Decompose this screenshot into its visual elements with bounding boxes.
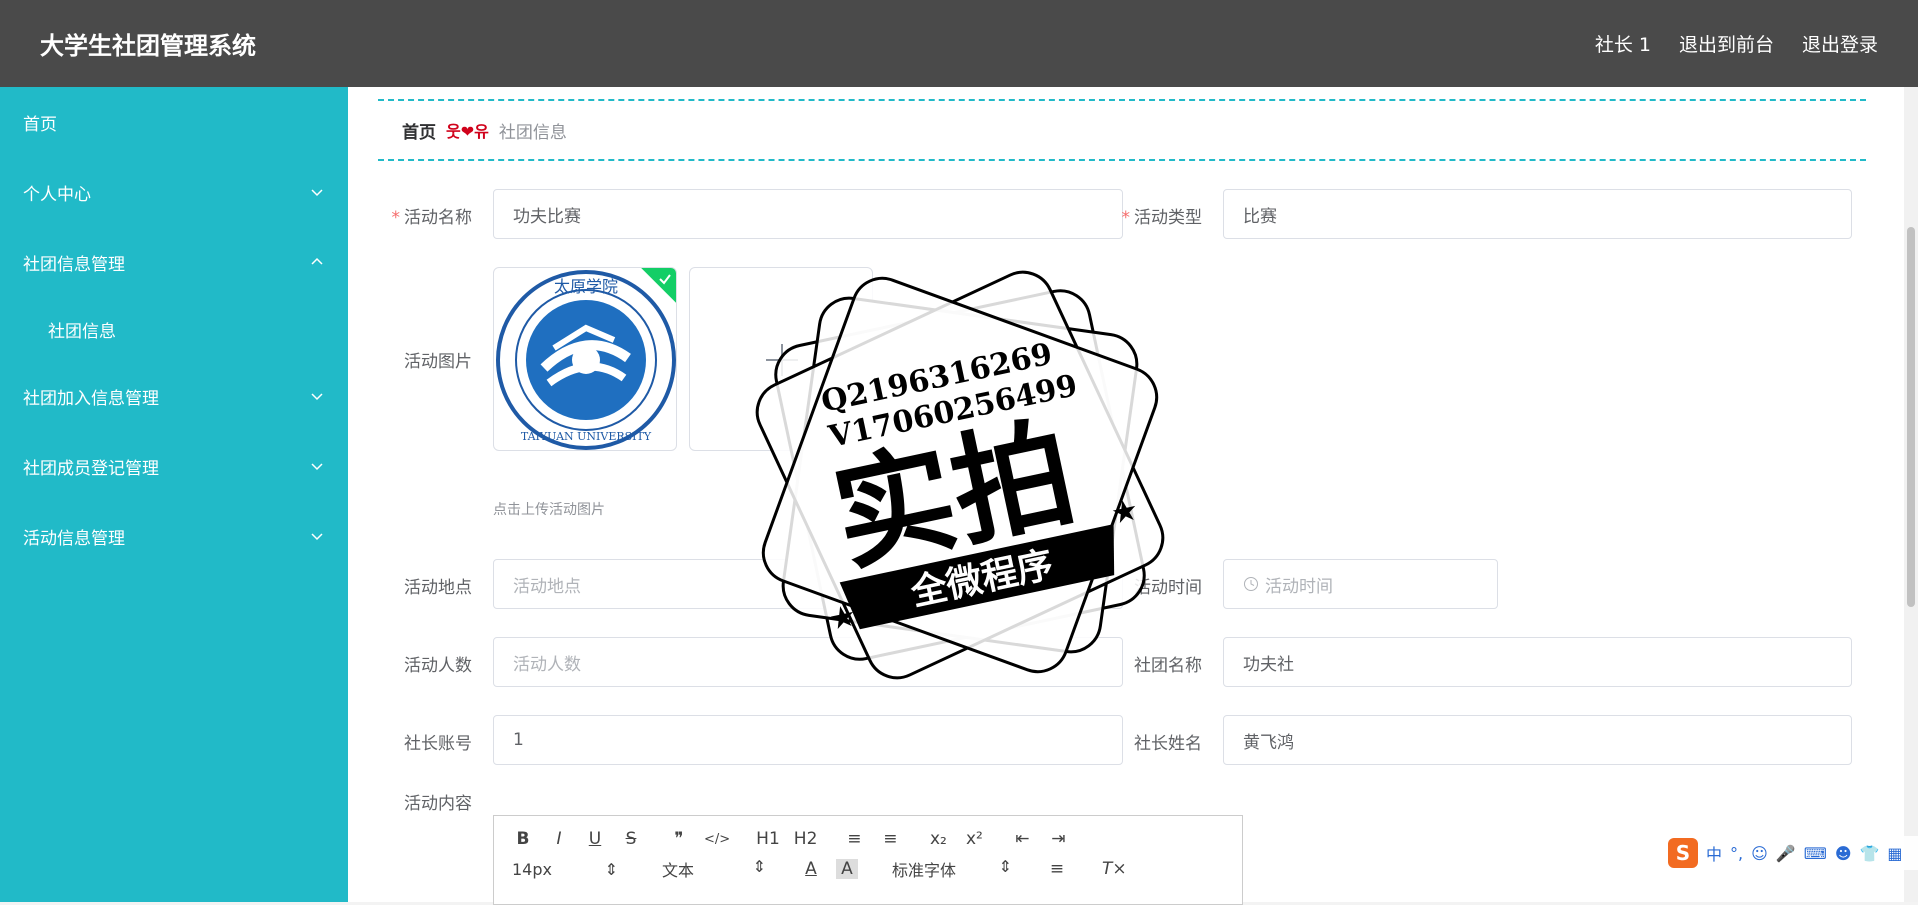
exit-to-front-link[interactable]: 退出到前台 xyxy=(1679,30,1774,57)
activity-image-label: 活动图片 xyxy=(404,352,472,372)
leader-name-input[interactable]: 黄飞鸿 xyxy=(1223,715,1852,765)
activity-place-input[interactable]: 活动地点 xyxy=(493,559,1123,609)
logout-link[interactable]: 退出登录 xyxy=(1802,30,1878,57)
indent-button[interactable]: ⇥ xyxy=(1047,829,1069,849)
bold-button[interactable]: B xyxy=(512,829,534,849)
sidebar-item-label: 社团加入信息管理 xyxy=(23,388,159,409)
sidebar-item-member-registration[interactable]: 社团成员登记管理 xyxy=(0,431,348,501)
blockquote-button[interactable]: ❞ xyxy=(668,829,690,849)
main-content: 首页 웃❤유 社团信息 * 活动名称 功夫比赛 * 活动类型 比赛 活动图片 太原学… xyxy=(348,87,1904,905)
keyboard-icon[interactable]: ⌨ xyxy=(1804,844,1827,863)
underline-button[interactable]: U xyxy=(584,829,606,849)
activity-place-label: 活动地点 xyxy=(404,578,472,598)
breadcrumb-home[interactable]: 首页 xyxy=(402,118,436,143)
editor-toolbar-row-2: 14px ⇕ 文本 ⇕ A A 标准字体 ⇕ ≡ T× xyxy=(494,854,1242,884)
current-user[interactable]: 社长 1 xyxy=(1595,30,1651,57)
sogou-logo-icon[interactable]: S xyxy=(1668,838,1698,868)
superscript-button[interactable]: x² xyxy=(963,829,985,849)
sidebar-item-label: 社团信息 xyxy=(48,321,116,342)
sidebar-item-activity-management[interactable]: 活动信息管理 xyxy=(0,501,348,571)
background-color-icon[interactable]: A xyxy=(836,859,858,879)
shirt-icon[interactable]: 👕 xyxy=(1860,844,1880,863)
header-2-button[interactable]: H2 xyxy=(794,829,818,849)
header-1-button[interactable]: H1 xyxy=(756,829,780,849)
top-header: 大学生社团管理系统 社长 1 退出到前台 退出登录 xyxy=(0,0,1918,87)
sidebar-item-personal-center[interactable]: 个人中心 xyxy=(0,157,348,227)
font-family-select[interactable]: 标准字体 ⇕ xyxy=(892,857,1012,881)
font-color-icon[interactable]: A xyxy=(800,859,822,879)
sidebar-item-club-join-management[interactable]: 社团加入信息管理 xyxy=(0,361,348,431)
bullet-list-button[interactable]: ≡ xyxy=(879,829,901,849)
outdent-button[interactable]: ⇤ xyxy=(1011,829,1033,849)
leader-account-input[interactable]: 1 xyxy=(493,715,1123,765)
chevron-down-icon xyxy=(311,463,323,471)
activity-name-input[interactable]: 功夫比赛 xyxy=(493,189,1123,239)
chevron-down-icon xyxy=(311,189,323,197)
chevron-down-icon xyxy=(311,393,323,401)
scrollbar-thumb[interactable] xyxy=(1907,227,1915,607)
activity-type-label: * 活动类型 xyxy=(1121,208,1203,228)
font-size-select[interactable]: 14px ⇕ xyxy=(512,860,618,879)
clock-icon xyxy=(1244,577,1258,591)
editor-toolbar-row-1: B I U S ❞ </> H1 H2 ≡ ≡ x₂ x² ⇤ ⇥ xyxy=(494,824,1242,854)
sidebar-item-label: 个人中心 xyxy=(23,184,91,205)
svg-text:TAIYUAN UNIVERSITY: TAIYUAN UNIVERSITY xyxy=(521,430,652,443)
chevron-down-icon xyxy=(311,533,323,541)
sidebar-item-label: 首页 xyxy=(23,114,57,135)
subscript-button[interactable]: x₂ xyxy=(927,829,949,849)
sidebar-item-label: 活动信息管理 xyxy=(23,528,125,549)
svg-text:太原学院: 太原学院 xyxy=(554,277,618,296)
ime-language[interactable]: 中 xyxy=(1706,841,1722,865)
strike-button[interactable]: S xyxy=(620,829,642,849)
chevron-up-icon xyxy=(311,257,323,265)
sidebar-item-club-info[interactable]: 社团信息 xyxy=(0,297,348,361)
leader-account-label: 社长账号 xyxy=(404,734,472,754)
activity-type-input[interactable]: 比赛 xyxy=(1223,189,1852,239)
university-logo: 太原学院 TAIYUAN UNIVERSITY xyxy=(496,270,676,450)
sidebar-item-home[interactable]: 首页 xyxy=(0,87,348,157)
club-name-input[interactable]: 功夫社 xyxy=(1223,637,1852,687)
activity-time-placeholder: 活动时间 xyxy=(1265,576,1333,597)
plus-icon xyxy=(766,344,798,376)
check-icon xyxy=(659,274,671,285)
breadcrumb-separator: 웃❤유 xyxy=(446,122,489,141)
user-icon[interactable]: ☻ xyxy=(1835,844,1852,863)
breadcrumb-current: 社团信息 xyxy=(498,122,567,143)
code-block-button[interactable]: </> xyxy=(704,832,730,847)
ordered-list-button[interactable]: ≡ xyxy=(843,829,865,849)
align-icon[interactable]: ≡ xyxy=(1046,859,1068,879)
ime-toolbar: S 中 °, ☺ 🎤 ⌨ ☻ 👕 ▦ xyxy=(1664,836,1918,870)
sidebar-item-club-info-management[interactable]: 社团信息管理 xyxy=(0,227,348,297)
activity-name-label: * 活动名称 xyxy=(391,208,473,228)
activity-time-label: 活动时间 xyxy=(1134,578,1202,598)
activity-count-input[interactable]: 活动人数 xyxy=(493,637,1123,687)
breadcrumb: 首页 웃❤유 社团信息 xyxy=(378,99,1866,161)
uploaded-image[interactable]: 太原学院 TAIYUAN UNIVERSITY xyxy=(493,267,677,451)
grid-icon[interactable]: ▦ xyxy=(1887,844,1902,863)
image-upload-hint: 点击上传活动图片 xyxy=(493,502,605,518)
activity-count-label: 活动人数 xyxy=(404,656,472,676)
sidebar: 首页 个人中心 社团信息管理 社团信息 社团加入信息管理 社团成员登记管理 活动… xyxy=(0,87,348,902)
sidebar-item-label: 社团信息管理 xyxy=(23,254,125,275)
leader-name-label: 社长姓名 xyxy=(1134,734,1202,754)
activity-content-label: 活动内容 xyxy=(404,794,472,814)
emoji-icon[interactable]: ☺ xyxy=(1751,844,1768,863)
activity-time-picker[interactable]: 活动时间 xyxy=(1223,559,1498,609)
app-title: 大学生社团管理系统 xyxy=(40,32,256,60)
microphone-icon[interactable]: 🎤 xyxy=(1776,844,1796,863)
upload-image-button[interactable] xyxy=(689,267,873,451)
page-scrollbar[interactable] xyxy=(1904,87,1918,902)
sidebar-item-label: 社团成员登记管理 xyxy=(23,458,159,479)
italic-button[interactable]: I xyxy=(548,829,570,849)
clear-format-icon[interactable]: T× xyxy=(1102,859,1127,879)
club-name-label: 社团名称 xyxy=(1134,656,1202,676)
text-type-select[interactable]: 文本 ⇕ xyxy=(662,857,766,881)
rich-text-editor[interactable]: B I U S ❞ </> H1 H2 ≡ ≡ x₂ x² ⇤ ⇥ 14px ⇕ … xyxy=(493,815,1243,905)
ime-punctuation[interactable]: °, xyxy=(1730,844,1743,863)
header-actions: 社长 1 退出到前台 退出登录 xyxy=(1595,30,1878,57)
